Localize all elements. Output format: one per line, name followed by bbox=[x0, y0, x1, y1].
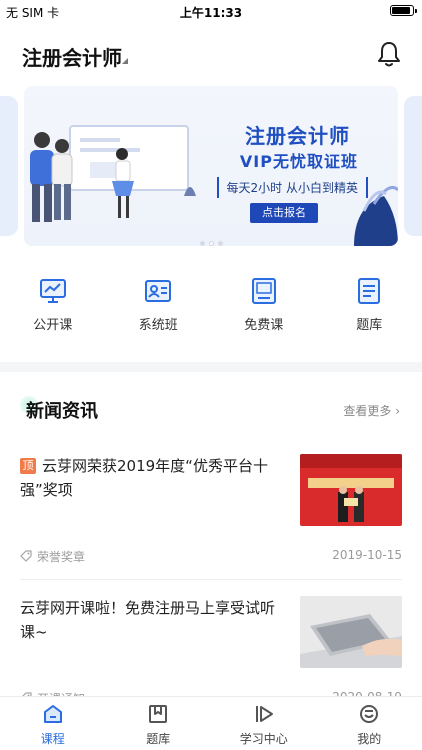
tab-question-bank[interactable]: 题库 bbox=[106, 697, 212, 750]
banner-title: 注册会计师 bbox=[245, 124, 350, 148]
banner-slide[interactable]: 注册会计师 VIP无忧取证班 每天2小时 从小白到精英 点击报名 bbox=[24, 86, 398, 246]
home-icon bbox=[43, 705, 62, 723]
quick-nav: 公开课 系统班 免费课 题库 bbox=[0, 272, 422, 338]
battery-level bbox=[392, 7, 410, 14]
carousel-dot[interactable] bbox=[199, 241, 205, 246]
quick-nav-public-class[interactable]: 公开课 bbox=[0, 272, 106, 338]
quick-nav-free-class[interactable]: 免费课 bbox=[211, 272, 317, 338]
app-screen: 无 SIM 卡 上午11:33 注册会计师 注册会计师 VIP无忧取证班 每天2… bbox=[0, 0, 422, 750]
tab-courses[interactable]: 课程 bbox=[0, 697, 106, 750]
header: 注册会计师 bbox=[0, 36, 422, 76]
news-item-tag-label: 荣誉奖章 bbox=[37, 550, 86, 564]
play-center-icon bbox=[255, 706, 273, 722]
chevron-right-icon: › bbox=[395, 404, 400, 418]
news-item-title: 云芽网开课啦！免费注册马上享受试听课~ bbox=[20, 599, 276, 641]
battery-icon bbox=[390, 5, 417, 16]
quick-nav-label: 免费课 bbox=[244, 318, 284, 333]
quick-nav-label: 公开课 bbox=[33, 318, 73, 333]
section-divider bbox=[0, 362, 422, 372]
news-more-label: 查看更多 bbox=[343, 404, 392, 418]
carousel-dot[interactable] bbox=[217, 241, 223, 246]
news-section-title: 新闻资讯 bbox=[26, 401, 98, 422]
news-section-header: 新闻资讯 查看更多 › bbox=[0, 394, 422, 424]
banner-slogan: 每天2小时 从小白到精英 bbox=[216, 177, 368, 198]
tab-bar: 课程 题库 学习中心 我的 bbox=[0, 696, 422, 750]
tab-label: 我的 bbox=[357, 732, 382, 746]
id-card-icon bbox=[145, 280, 172, 302]
news-item-date: 2019-10-15 bbox=[332, 548, 402, 562]
quick-nav-label: 系统班 bbox=[138, 318, 178, 333]
course-selector[interactable]: 注册会计师 bbox=[22, 42, 122, 71]
bell-icon[interactable] bbox=[376, 40, 402, 68]
tab-profile[interactable]: 我的 bbox=[317, 697, 422, 750]
news-item-title-text: 云芽网荣获2019年度“优秀平台十强”奖项 bbox=[20, 457, 268, 499]
tab-label: 学习中心 bbox=[239, 732, 288, 746]
free-screen-icon bbox=[251, 278, 276, 304]
question-book-icon bbox=[358, 278, 381, 304]
news-item-tag: 荣誉奖章 bbox=[20, 548, 85, 565]
carousel-dots bbox=[0, 231, 422, 250]
news-item[interactable]: 顶云芽网荣获2019年度“优秀平台十强”奖项 荣誉奖章 2019-10-15 bbox=[20, 454, 402, 580]
news-item-divider bbox=[20, 579, 402, 580]
banner-carousel[interactable]: 注册会计师 VIP无忧取证班 每天2小时 从小白到精英 点击报名 bbox=[0, 86, 422, 248]
bookmark-book-icon bbox=[149, 705, 168, 723]
tab-learning-center[interactable]: 学习中心 bbox=[211, 697, 317, 750]
news-item-title: 顶云芽网荣获2019年度“优秀平台十强”奖项 bbox=[20, 454, 288, 502]
news-more-link[interactable]: 查看更多 › bbox=[343, 402, 400, 419]
signup-button[interactable]: 点击报名 bbox=[250, 203, 318, 223]
banner-subtitle: VIP无忧取证班 bbox=[239, 152, 358, 171]
news-thumbnail[interactable] bbox=[300, 596, 402, 668]
quick-nav-label: 题库 bbox=[356, 318, 383, 333]
monitor-chart-icon bbox=[39, 279, 66, 303]
clock: 上午11:33 bbox=[179, 6, 243, 20]
news-thumbnail[interactable] bbox=[300, 454, 402, 526]
quick-nav-question-bank[interactable]: 题库 bbox=[317, 272, 422, 338]
banner-prev-peek[interactable] bbox=[0, 96, 18, 236]
carousel-dot-active[interactable] bbox=[208, 241, 214, 246]
tag-icon bbox=[20, 550, 32, 562]
profile-icon bbox=[360, 705, 379, 723]
news-item[interactable]: 云芽网开课啦！免费注册马上享受试听课~ 开课通知 2020-08-19 bbox=[20, 596, 402, 706]
banner-next-peek[interactable] bbox=[404, 96, 422, 236]
caret-icon[interactable] bbox=[122, 58, 128, 64]
pinned-badge: 顶 bbox=[20, 458, 36, 474]
tab-label: 课程 bbox=[40, 732, 65, 746]
status-bar: 无 SIM 卡 上午11:33 bbox=[0, 0, 422, 22]
quick-nav-system-class[interactable]: 系统班 bbox=[106, 272, 212, 338]
tab-label: 题库 bbox=[146, 732, 171, 746]
